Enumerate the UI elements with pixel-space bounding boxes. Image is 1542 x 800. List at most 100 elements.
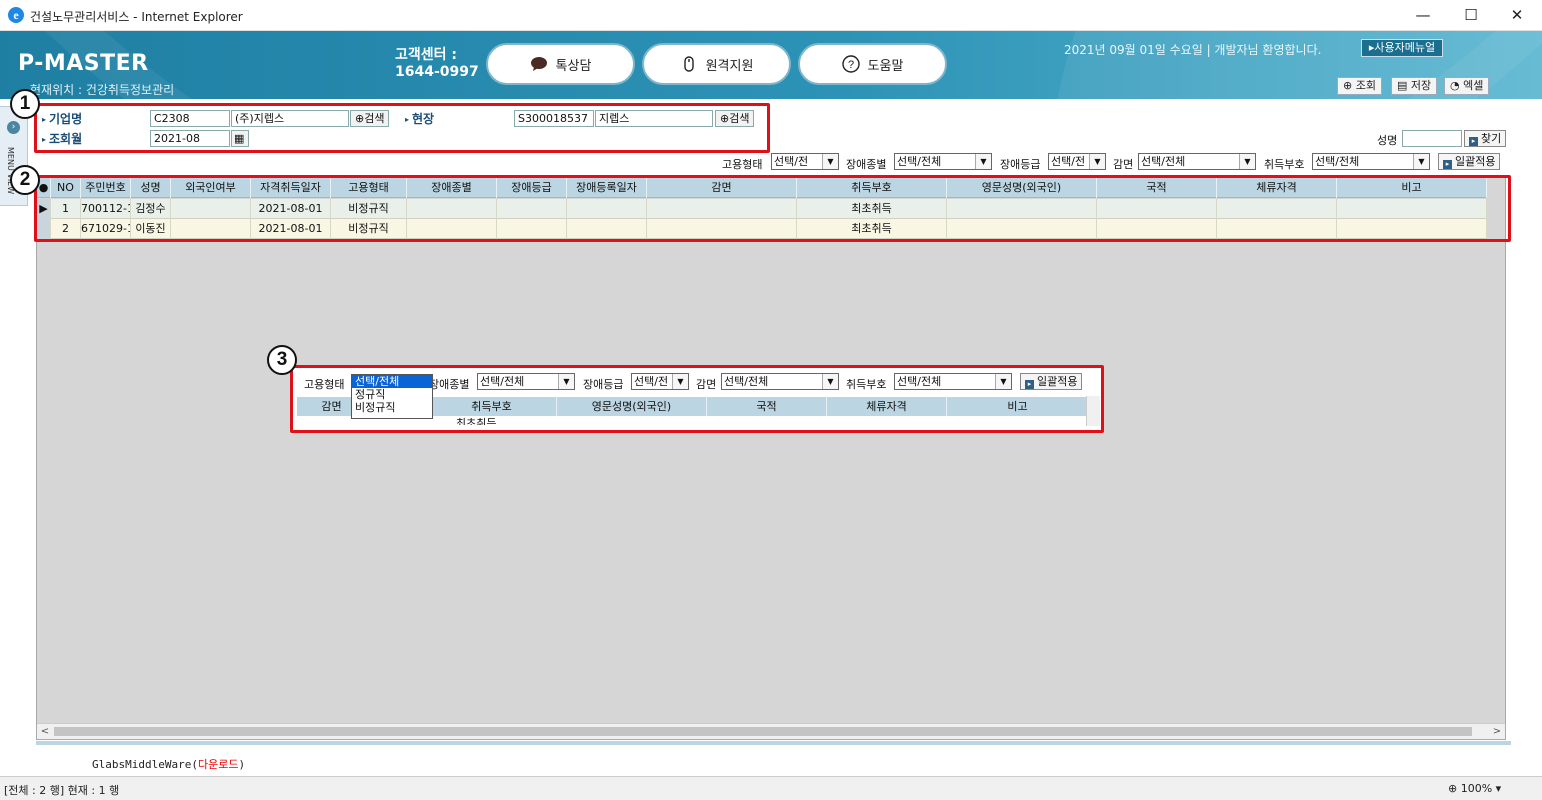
company-label-text: 기업명 — [49, 112, 83, 126]
table-cell[interactable] — [947, 219, 1097, 239]
table-cell[interactable] — [1337, 199, 1487, 219]
table-cell[interactable]: 최초취득 — [797, 199, 947, 219]
talk-consult-button[interactable]: 톡상담 — [486, 43, 635, 85]
reduction-select[interactable]: 선택/전체 ▼ — [1138, 153, 1256, 170]
table-cell[interactable] — [171, 219, 251, 239]
employment-type-value: 선택/전 — [774, 155, 809, 168]
zoom-acquisition-select[interactable]: 선택/전체 ▼ — [894, 373, 1012, 390]
table-cell[interactable] — [1337, 219, 1487, 239]
data-grid[interactable]: ● NO 주민번호 성명 외국인여부 자격취득일자 고용형태 장애종별 장애등급… — [36, 176, 1506, 740]
download-link[interactable]: 다운로드 — [198, 758, 238, 771]
company-search-button[interactable]: ⊕검색 — [350, 110, 390, 127]
excel-toolbar-button[interactable]: ◔ 엑셀 — [1444, 77, 1490, 95]
table-cell[interactable]: 671029-1 — [81, 219, 131, 239]
current-location: 현재위치 : 건강취득정보관리 — [30, 83, 175, 97]
remote-support-button[interactable]: 원격지원 — [642, 43, 791, 85]
table-cell[interactable] — [407, 199, 497, 219]
grid-header-cell[interactable]: 장애종별 — [407, 177, 497, 198]
zoom-bulk-apply-button[interactable]: ▸ 일괄적용 — [1020, 373, 1083, 390]
zoom-reduction-select[interactable]: 선택/전체 ▼ — [721, 373, 839, 390]
search-toolbar-button[interactable]: ⊕ 조회 — [1337, 77, 1382, 95]
table-row[interactable]: 2 671029-1 이동진 2021-08-01 비정규직 최초취득 — [37, 219, 1487, 239]
acquisition-code-select[interactable]: 선택/전체 ▼ — [1312, 153, 1430, 170]
employment-type-select[interactable]: 선택/전 ▼ — [771, 153, 839, 170]
user-manual-button[interactable]: ▸사용자메뉴얼 — [1361, 39, 1443, 57]
table-cell[interactable] — [1217, 199, 1337, 219]
table-cell[interactable]: 700112-1 — [81, 199, 131, 219]
grid-header-cell[interactable]: 비고 — [1337, 177, 1487, 198]
grid-header-cell[interactable]: 자격취득일자 — [251, 177, 331, 198]
grid-header-cell[interactable]: 장애등록일자 — [567, 177, 647, 198]
bulk-apply-button[interactable]: ▸ 일괄적용 — [1438, 153, 1501, 170]
table-cell[interactable]: 2 — [51, 219, 81, 239]
table-cell[interactable]: 이동진 — [131, 219, 171, 239]
grid-header-cell[interactable]: 취득부호 — [797, 177, 947, 198]
company-code-input[interactable]: C2308 — [150, 110, 230, 127]
search-toolbar-label: 조회 — [1355, 79, 1376, 92]
table-cell[interactable]: 1 — [51, 199, 81, 219]
zoom-disability-grade-select[interactable]: 선택/전 ▼ — [631, 373, 689, 390]
grid-header-cell[interactable]: 성명 — [131, 177, 171, 198]
table-cell[interactable] — [407, 219, 497, 239]
scroll-right-icon[interactable]: > — [1489, 724, 1505, 739]
chevron-down-icon: ▼ — [822, 154, 838, 169]
month-input[interactable]: 2021-08 — [150, 130, 230, 147]
zoom-disability-grade-value: 선택/전 — [634, 375, 669, 388]
scroll-left-icon[interactable]: < — [37, 724, 53, 739]
calendar-icon[interactable]: ▦ — [231, 130, 249, 147]
table-cell[interactable] — [171, 199, 251, 219]
grid-header-cell[interactable]: 영문성명(외국인) — [947, 177, 1097, 198]
table-cell[interactable]: 최초취득 — [797, 219, 947, 239]
company-name-input[interactable]: (주)지렙스 — [231, 110, 349, 127]
site-name-input[interactable]: 지렙스 — [595, 110, 713, 127]
zoom-value: 100% — [1460, 782, 1493, 795]
table-cell[interactable] — [567, 199, 647, 219]
table-cell[interactable]: 비정규직 — [331, 199, 407, 219]
zoom-disability-type-select[interactable]: 선택/전체 ▼ — [477, 373, 575, 390]
arrow-right-icon: ▸ — [1469, 137, 1478, 146]
name-label: 성명 — [1377, 134, 1398, 147]
disability-grade-select[interactable]: 선택/전 ▼ — [1048, 153, 1106, 170]
dropdown-option-all[interactable]: 선택/전체 — [352, 375, 432, 388]
table-cell[interactable] — [1097, 219, 1217, 239]
disability-type-select[interactable]: 선택/전체 ▼ — [894, 153, 992, 170]
grid-header-cell[interactable]: NO — [51, 177, 81, 198]
maximize-button[interactable]: ☐ — [1448, 0, 1494, 31]
employment-dropdown-list[interactable]: 선택/전체 정규직 비정규직 — [351, 374, 433, 419]
grid-header-cell[interactable]: 고용형태 — [331, 177, 407, 198]
zoom-level[interactable]: ⊕ 100% ▾ — [1448, 782, 1501, 795]
table-cell[interactable]: 비정규직 — [331, 219, 407, 239]
site-code-input[interactable]: S300018537 — [514, 110, 594, 127]
table-cell[interactable]: 2021-08-01 — [251, 199, 331, 219]
name-input[interactable] — [1402, 130, 1462, 147]
dropdown-option-irregular[interactable]: 비정규직 — [352, 401, 432, 414]
grid-header-cell[interactable]: 감면 — [647, 177, 797, 198]
grid-header-cell[interactable]: 주민번호 — [81, 177, 131, 198]
table-row[interactable]: ▶ 1 700112-1 김정수 2021-08-01 비정규직 최초취득 — [37, 199, 1487, 219]
site-search-button[interactable]: ⊕검색 — [715, 110, 755, 127]
grid-header-cell[interactable]: 장애등급 — [497, 177, 567, 198]
table-cell[interactable] — [647, 219, 797, 239]
save-toolbar-button[interactable]: ▤ 저장 — [1391, 77, 1438, 95]
help-button[interactable]: ? 도움말 — [798, 43, 947, 85]
zoom-acquisition-label: 취득부호 — [846, 378, 887, 391]
dropdown-option-regular[interactable]: 정규직 — [352, 388, 432, 401]
table-cell[interactable] — [647, 199, 797, 219]
table-cell[interactable] — [497, 219, 567, 239]
table-cell[interactable]: 2021-08-01 — [251, 219, 331, 239]
table-cell[interactable] — [497, 199, 567, 219]
grid-header-cell[interactable]: 외국인여부 — [171, 177, 251, 198]
table-cell[interactable] — [1217, 219, 1337, 239]
scrollbar-thumb[interactable] — [54, 727, 1472, 736]
grid-header-cell[interactable]: 국적 — [1097, 177, 1217, 198]
close-button[interactable]: ✕ — [1494, 0, 1540, 31]
minimize-button[interactable]: — — [1400, 0, 1446, 31]
horizontal-scrollbar[interactable]: < > — [37, 723, 1505, 739]
table-cell[interactable] — [947, 199, 1097, 219]
table-cell[interactable]: 김정수 — [131, 199, 171, 219]
site-label-text: 현장 — [412, 112, 435, 126]
table-cell[interactable] — [567, 219, 647, 239]
find-button[interactable]: ▸ 찾기 — [1464, 130, 1507, 147]
table-cell[interactable] — [1097, 199, 1217, 219]
grid-header-cell[interactable]: 체류자격 — [1217, 177, 1337, 198]
